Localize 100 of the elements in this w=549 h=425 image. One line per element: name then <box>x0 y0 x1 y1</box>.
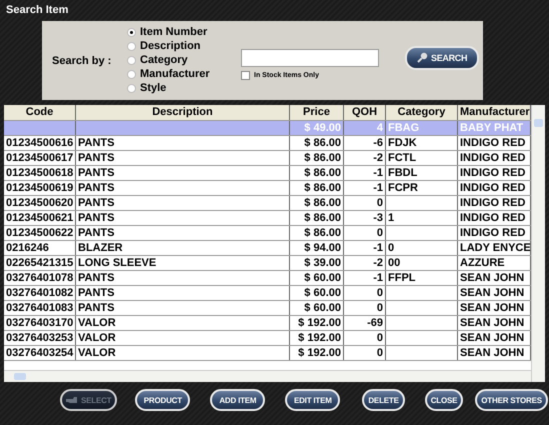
table-cell: 01234500620 <box>4 196 76 210</box>
table-row[interactable]: 01234500620 PANTS $ 86.00 0 INDIGO RED <box>4 196 531 211</box>
table-cell: 1 <box>386 211 458 225</box>
radio-label: Manufacturer <box>140 68 210 81</box>
table-row[interactable]: 03276401082 PANTS $ 60.00 0 SEAN JOHN <box>4 286 531 301</box>
table-cell: 01234500617 <box>4 151 76 165</box>
table-cell: 0 <box>344 346 386 360</box>
table-cell: 03276403253 <box>4 331 76 345</box>
table-cell: FFPL <box>386 271 458 285</box>
radio-option[interactable]: Description <box>127 40 237 53</box>
column-header[interactable]: Price <box>290 105 344 120</box>
table-cell: 03276403254 <box>4 346 76 360</box>
column-header[interactable]: QOH <box>344 105 386 120</box>
column-header[interactable]: Category <box>386 105 458 120</box>
table-cell: $ 192.00 <box>290 346 344 360</box>
table-cell: 03276403170 <box>4 316 76 330</box>
radio-button[interactable] <box>127 70 136 79</box>
table-cell: -69 <box>344 316 386 330</box>
table-cell: LONG SLEEVE <box>76 256 290 270</box>
table-cell: -1 <box>344 271 386 285</box>
table-cell: VALOR <box>76 346 290 360</box>
action-button[interactable]: CLOSE <box>424 389 464 411</box>
table-row[interactable]: 03276401083 PANTS $ 60.00 0 SEAN JOHN <box>4 301 531 316</box>
table-cell: VALOR <box>76 331 290 345</box>
table-cell: 00 <box>386 256 458 270</box>
radio-button[interactable] <box>127 42 136 51</box>
radio-button[interactable] <box>127 56 136 65</box>
vertical-scrollbar[interactable] <box>531 105 545 382</box>
table-row[interactable]: 03276403254 VALOR $ 192.00 0 SEAN JOHN <box>4 346 531 361</box>
column-header[interactable]: Code <box>4 105 76 120</box>
checkbox[interactable] <box>241 71 250 80</box>
search-field[interactable] <box>241 49 379 67</box>
table-cell: $ 60.00 <box>290 301 344 315</box>
radio-label: Category <box>140 54 188 67</box>
table-cell: PANTS <box>76 211 290 225</box>
table-row[interactable]: 0216246 BLAZER $ 94.00 -1 0 LADY ENYCE <box>4 241 531 256</box>
action-button[interactable]: DELETE <box>362 389 405 411</box>
radio-option[interactable]: Manufacturer <box>127 68 237 81</box>
action-button[interactable]: OTHER STORES <box>475 389 548 411</box>
table-cell: $ 86.00 <box>290 226 344 240</box>
table-cell: 0 <box>344 196 386 210</box>
table-cell: -1 <box>344 241 386 255</box>
table-row[interactable]: 03276403170 VALOR $ 192.00 -69 SEAN JOHN <box>4 316 531 331</box>
table-row[interactable]: 01234500622 PANTS $ 86.00 0 INDIGO RED <box>4 226 531 241</box>
table-row[interactable]: 01234500619 PANTS $ 86.00 -1 FCPR INDIGO RED <box>4 181 531 196</box>
table-cell: 4 <box>344 121 386 135</box>
table-cell: $ 60.00 <box>290 271 344 285</box>
radio-button[interactable] <box>127 28 136 37</box>
radio-label: Description <box>140 40 201 53</box>
table-row[interactable]: 02265421315 LONG SLEEVE $ 39.00 -2 00 AZZURE <box>4 256 531 271</box>
action-button[interactable]: PRODUCT <box>135 389 190 411</box>
table-cell: -1 <box>344 181 386 195</box>
action-button[interactable]: ADD ITEM <box>210 389 266 411</box>
radio-label: Style <box>140 82 166 95</box>
table-cell: 02265421315 <box>4 256 76 270</box>
table-cell: 01234500619 <box>4 181 76 195</box>
table-cell: $ 60.00 <box>290 286 344 300</box>
action-button[interactable]: EDIT ITEM <box>285 389 340 411</box>
radio-option[interactable]: Item Number <box>127 26 237 39</box>
table-row[interactable]: 03276401078 PANTS $ 60.00 -1 FFPL SEAN JOHN <box>4 271 531 286</box>
table-cell: $ 86.00 <box>290 166 344 180</box>
table-cell: PANTS <box>76 226 290 240</box>
table-cell: FBAG <box>386 121 458 135</box>
table-cell: PANTS <box>76 286 290 300</box>
horizontal-scrollbar[interactable] <box>4 370 531 382</box>
table-cell: 03276401078 <box>4 271 76 285</box>
table-cell: $ 86.00 <box>290 196 344 210</box>
table-cell: -6 <box>344 136 386 150</box>
table-cell: 0 <box>344 226 386 240</box>
table-cell: 01234500622 <box>4 226 76 240</box>
table-cell: 01234500621 <box>4 211 76 225</box>
radio-option[interactable]: Style <box>127 82 237 95</box>
table-cell: PANTS <box>76 196 290 210</box>
table-cell: 03276401083 <box>4 301 76 315</box>
table-row[interactable]: 03276403253 VALOR $ 192.00 0 SEAN JOHN <box>4 331 531 346</box>
table-cell: $ 94.00 <box>290 241 344 255</box>
table-cell: PANTS <box>76 136 290 150</box>
table-cell: 0 <box>344 301 386 315</box>
table-row[interactable]: 01234500616 PANTS $ 86.00 -6 FDJK INDIGO RED <box>4 136 531 151</box>
table-cell: -2 <box>344 151 386 165</box>
pointing-hand-icon <box>66 396 78 404</box>
search-by-label: Search by : <box>51 54 112 66</box>
table-cell: FBDL <box>386 166 458 180</box>
radio-option[interactable]: Category <box>127 54 237 67</box>
table-cell: BLAZER <box>76 241 290 255</box>
table-cell: PANTS <box>76 181 290 195</box>
table-cell: FDJK <box>386 136 458 150</box>
table-cell: FCTL <box>386 151 458 165</box>
table-row[interactable]: 01234500617 PANTS $ 86.00 -2 FCTL INDIGO RED <box>4 151 531 166</box>
table-row[interactable]: 01234500618 PANTS $ 86.00 -1 FBDL INDIGO RED <box>4 166 531 181</box>
search-button[interactable]: SEARCH <box>405 46 480 70</box>
table-cell: 03276401082 <box>4 286 76 300</box>
table-cell: VALOR <box>76 316 290 330</box>
table-cell: -3 <box>344 211 386 225</box>
column-header[interactable]: Description <box>76 105 290 120</box>
table-cell: 0 <box>386 241 458 255</box>
table-cell: 0216246 <box>4 241 76 255</box>
radio-button[interactable] <box>127 84 136 93</box>
table-cell: $ 192.00 <box>290 331 344 345</box>
table-row[interactable]: 01234500621 PANTS $ 86.00 -3 1 INDIGO RED <box>4 211 531 226</box>
